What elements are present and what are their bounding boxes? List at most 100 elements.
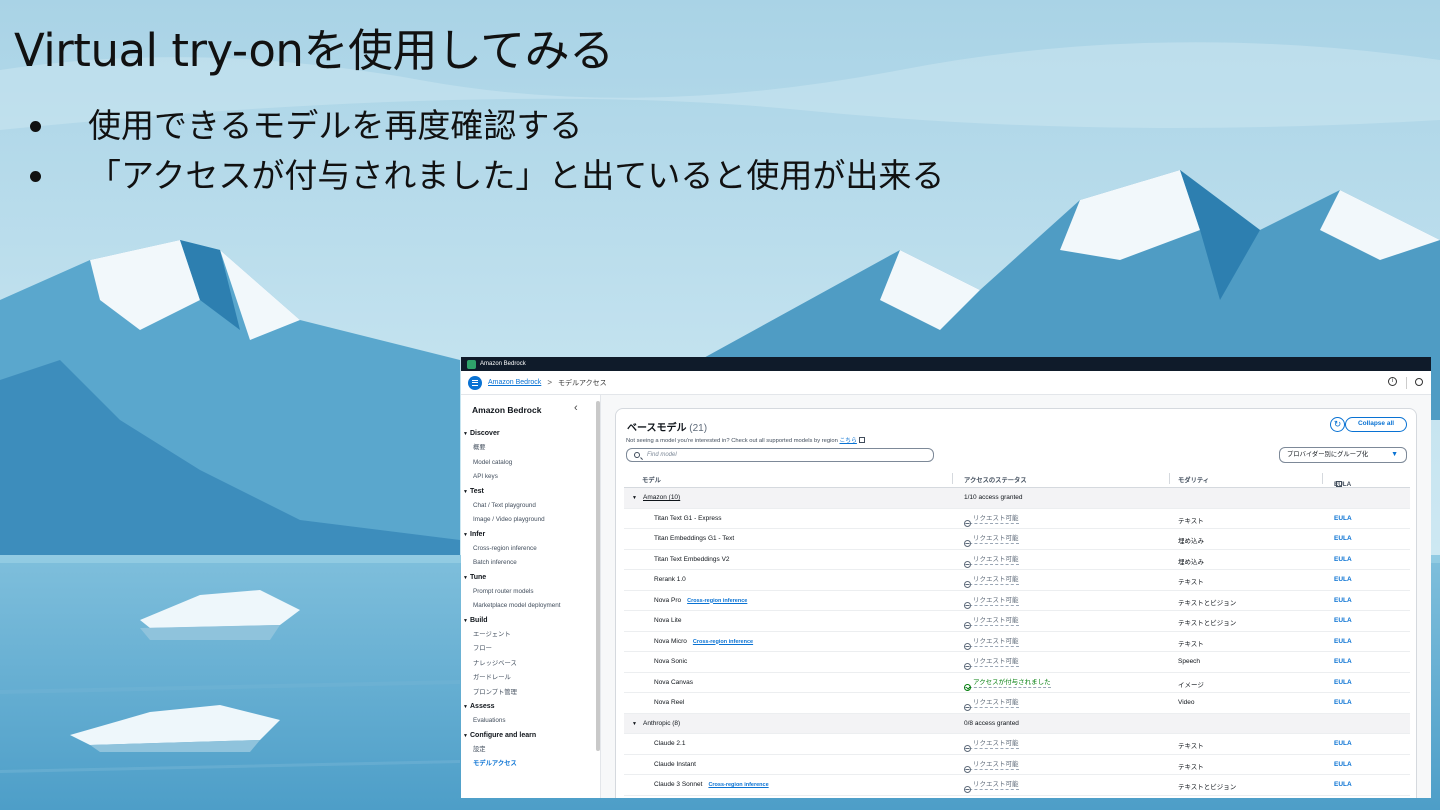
bullet-dot-icon [30,171,41,182]
access-status: アクセスが付与されました [964,678,1051,691]
info-icon[interactable]: i [1388,377,1397,386]
sidebar-item[interactable]: Chat / Text playground [463,499,593,514]
sidebar-section[interactable]: ▼ Tune [463,571,593,585]
minus-circle-icon [964,540,971,547]
sidebar-section[interactable]: ▼ Infer [463,528,593,542]
eula-link[interactable]: EULA [1334,638,1352,645]
menu-icon[interactable] [468,375,482,390]
access-status: リクエスト可能 [964,637,1019,650]
sidebar-item[interactable]: モデルアクセス [463,757,593,772]
modality-cell: 埋め込み [1178,558,1204,566]
table-row: Nova Micro Cross-region inference リクエスト可能 テ… [624,632,1410,652]
region-link[interactable]: こちら [839,438,856,444]
column-header-status[interactable]: アクセスのステータス [964,475,1027,484]
sidebar-sections: ▼ Discover 概要 Model catalog API keys ▼ Test Cha… [463,427,593,772]
cross-region-inference-link[interactable]: Cross-region inference [708,782,768,788]
sidebar-scrollbar[interactable] [596,401,600,751]
sidebar-section-label: Infer [470,530,486,538]
minus-circle-icon [964,581,971,588]
column-header-model[interactable]: モデル [642,475,661,484]
cross-region-inference-link[interactable]: Cross-region inference [687,598,747,604]
sidebar-section[interactable]: ▼ Discover [463,427,593,441]
eula-link[interactable]: EULA [1334,515,1352,522]
group-by-select[interactable]: プロバイダー別にグループ化 ▼ [1279,447,1407,463]
search-icon [634,452,640,458]
sidebar-item[interactable]: Model catalog [463,456,593,471]
eula-link[interactable]: EULA [1334,576,1352,583]
sidebar-item[interactable]: 概要 [463,441,593,456]
sidebar-item[interactable]: 設定 [463,743,593,758]
eula-link[interactable]: EULA [1334,535,1352,542]
eula-link[interactable]: EULA [1334,556,1352,563]
eula-link[interactable]: EULA [1334,781,1352,788]
breadcrumb-separator-icon: > [547,378,552,387]
sidebar-item[interactable]: フロー [463,642,593,657]
divider [1406,377,1407,389]
sidebar-item[interactable]: Evaluations [463,714,593,729]
provider-name[interactable]: Anthropic (8) [643,720,680,727]
column-divider [952,473,953,484]
eula-link[interactable]: EULA [1334,617,1352,624]
bullet-item: 使用できるモデルを再度確認する [30,104,944,154]
access-status: リクエスト可能 [964,616,1019,629]
sidebar-section[interactable]: ▼ Assess [463,700,593,714]
model-name-cell: Claude 2.1 [654,740,685,747]
access-status-text: リクエスト可能 [973,555,1019,563]
table-row: Titan Embeddings G1 - Text リクエスト可能 埋め込み EUL… [624,529,1410,550]
eula-link[interactable]: EULA [1334,658,1352,665]
search-input[interactable]: Find model [626,448,934,462]
sidebar-item[interactable]: プロンプト管理 [463,686,593,701]
access-status-text: リクエスト可能 [973,658,1019,665]
sidebar-item[interactable]: ナレッジベース [463,657,593,672]
sidebar-item[interactable]: Marketplace model deployment [463,599,593,614]
breadcrumb-link-bedrock[interactable]: Amazon Bedrock [488,379,541,386]
sidebar-item[interactable]: ガードレール [463,671,593,686]
sidebar: Amazon Bedrock ‹ ▼ Discover 概要 Model catalo… [461,395,601,798]
eula-link[interactable]: EULA [1334,699,1352,706]
cross-region-inference-link[interactable]: Cross-region inference [693,639,753,645]
provider-access-summary: 1/10 access granted [964,494,1023,501]
column-divider [1169,473,1170,484]
model-name-cell: Titan Text Embeddings V2 [654,556,730,563]
provider-group-row[interactable]: ▼ Anthropic (8) 0/8 access granted [624,713,1410,734]
eula-link[interactable]: EULA [1334,597,1352,604]
sidebar-section[interactable]: ▼ Build [463,614,593,628]
refresh-icon: ↻ [1333,419,1342,429]
sidebar-item[interactable]: Batch inference [463,556,593,571]
sidebar-item[interactable]: Image / Video playground [463,513,593,528]
modality-cell: Speech [1178,658,1201,665]
provider-name[interactable]: Amazon (10) [643,494,680,501]
clock-icon[interactable] [1415,378,1423,386]
sidebar-section[interactable]: ▼ Configure and learn [463,729,593,743]
modality-cell: テキスト [1178,517,1204,525]
bullet-dot-icon [30,121,41,132]
external-link-icon [1336,481,1342,487]
eula-link[interactable]: EULA [1334,761,1352,768]
sidebar-item[interactable]: エージェント [463,628,593,643]
column-divider [1322,473,1323,484]
access-status-text: リクエスト可能 [973,596,1019,604]
refresh-button[interactable]: ↻ [1330,417,1345,432]
model-name-cell: Nova Sonic [654,658,687,665]
eula-link[interactable]: EULA [1334,679,1352,686]
model-name: Claude 2.1 [654,740,686,747]
table-row: Titan Text G1 - Express リクエスト可能 テキスト EULA [624,509,1410,529]
access-status: リクエスト可能 [964,575,1019,588]
sidebar-close-icon[interactable]: ‹ [574,402,578,414]
sidebar-section[interactable]: ▼ Test [463,485,593,499]
app-name: Amazon Bedrock [480,361,526,367]
access-status-text: アクセスが付与されました [973,678,1051,686]
eula-link[interactable]: EULA [1334,740,1352,747]
bullet-text: 使用できるモデルを再度確認する [88,106,583,145]
panel-title-text: ベースモデル [627,423,687,434]
bullet-text: 「アクセスが付与されました」と出ていると使用が出来る [88,156,945,195]
provider-group-row[interactable]: ▼ Amazon (10) 1/10 access granted [624,488,1410,509]
sidebar-item[interactable]: Prompt router models [463,585,593,600]
access-status: リクエスト可能 [964,596,1019,609]
column-header-modality[interactable]: モダリティ [1178,475,1209,484]
sidebar-item[interactable]: API keys [463,470,593,485]
collapse-all-button[interactable]: Collapse all [1345,417,1407,432]
sidebar-item[interactable]: Cross-region inference [463,542,593,557]
modality-cell: テキストとビジョン [1178,620,1237,627]
caret-down-icon: ▼ [463,488,468,495]
